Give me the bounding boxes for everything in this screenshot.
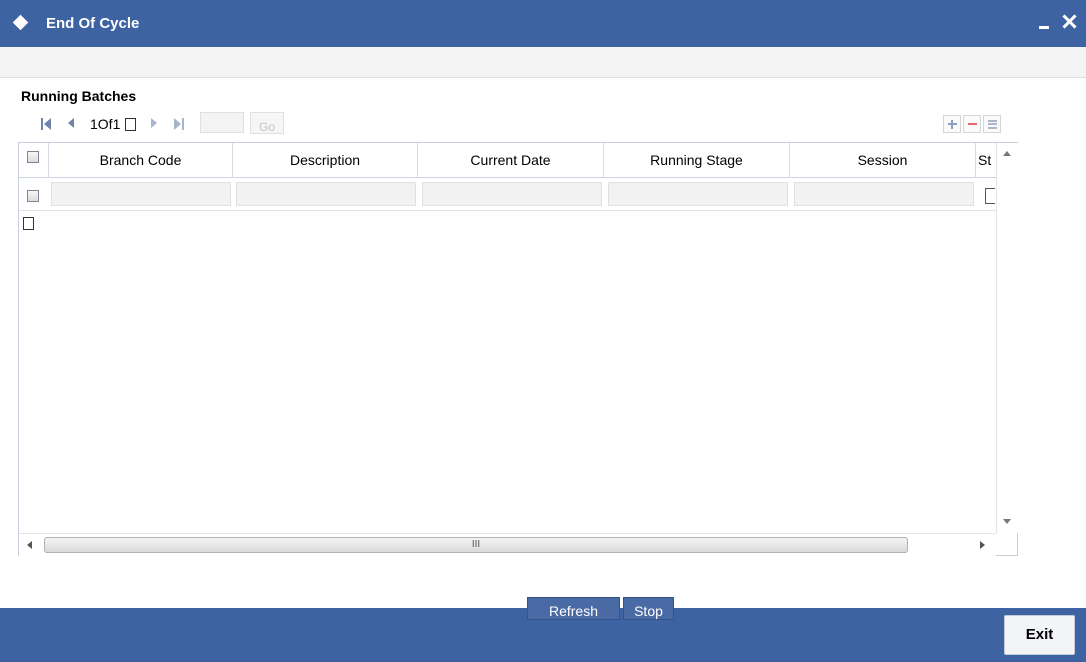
branch-code-field[interactable] [51, 182, 231, 206]
add-row-icon[interactable] [943, 115, 961, 133]
column-header-branch-code[interactable]: Branch Code [49, 143, 233, 177]
window-title: End Of Cycle [46, 15, 140, 32]
column-header-description[interactable]: Description [233, 143, 418, 177]
column-header-session[interactable]: Session [790, 143, 976, 177]
scroll-left-icon[interactable] [27, 541, 32, 549]
scroll-right-icon[interactable] [980, 541, 985, 549]
stop-button[interactable]: Stop [623, 597, 674, 620]
page-indicator-box [125, 118, 136, 131]
exit-button[interactable]: Exit [1004, 615, 1075, 655]
next-page-icon[interactable] [149, 117, 163, 131]
running-batches-grid: Branch Code Description Current Date Run… [18, 142, 1018, 556]
refresh-button[interactable]: Refresh [527, 597, 620, 620]
vertical-scrollbar[interactable] [996, 143, 1018, 533]
single-view-icon[interactable] [983, 115, 1001, 133]
row-select-checkbox[interactable] [27, 190, 39, 202]
last-page-icon[interactable] [173, 117, 187, 131]
section-title: Running Batches [21, 88, 137, 104]
horizontal-scrollbar[interactable]: III [19, 533, 996, 556]
session-field[interactable] [794, 182, 974, 206]
window-diamond-icon [12, 14, 29, 31]
placeholder-glyph [23, 217, 34, 230]
column-header-running-stage[interactable]: Running Stage [604, 143, 790, 177]
grid-header: Branch Code Description Current Date Run… [19, 143, 996, 178]
scroll-down-icon[interactable] [1003, 519, 1011, 524]
status-field[interactable] [985, 188, 995, 204]
page-indicator: 1Of1 [90, 116, 121, 132]
running-stage-field[interactable] [608, 182, 788, 206]
go-button[interactable]: Go [250, 112, 284, 134]
scroll-up-icon[interactable] [1003, 151, 1011, 156]
current-date-field[interactable] [422, 182, 602, 206]
minimize-icon[interactable] [1036, 14, 1052, 30]
first-page-icon[interactable] [41, 117, 55, 131]
column-header-current-date[interactable]: Current Date [418, 143, 604, 177]
select-all-checkbox[interactable] [27, 151, 39, 163]
description-field[interactable] [236, 182, 416, 206]
table-row[interactable] [19, 178, 996, 211]
title-bar: End Of Cycle [0, 0, 1086, 47]
column-header-status[interactable]: St [976, 143, 996, 177]
toolbar-band [0, 47, 1086, 78]
grid-pager: 1Of1 Go [21, 111, 1031, 139]
page-number-input[interactable] [200, 112, 244, 133]
scroll-thumb[interactable]: III [44, 537, 908, 553]
select-all-cell [19, 143, 49, 177]
close-icon[interactable] [1060, 12, 1078, 30]
delete-row-icon[interactable] [963, 115, 981, 133]
previous-page-icon[interactable] [66, 117, 80, 131]
